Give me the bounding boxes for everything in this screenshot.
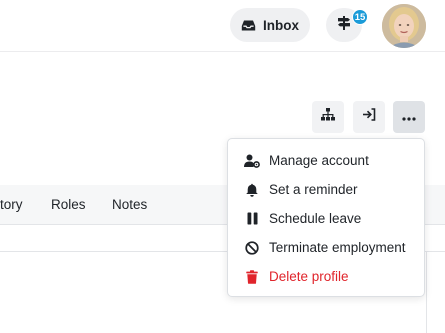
tab-notes[interactable]: Notes bbox=[112, 197, 147, 212]
inbox-label: Inbox bbox=[263, 17, 299, 33]
more-options-menu: Manage account Set a reminder Schedule l… bbox=[227, 138, 425, 297]
sign-in-button[interactable] bbox=[353, 101, 385, 133]
menu-item-label: Manage account bbox=[269, 153, 369, 168]
tab-roles[interactable]: Roles bbox=[51, 197, 86, 212]
notification-badge: 15 bbox=[352, 9, 368, 25]
menu-item-label: Set a reminder bbox=[269, 182, 358, 197]
more-options-icon bbox=[402, 108, 416, 126]
menu-item-label: Terminate employment bbox=[269, 240, 406, 255]
bell-icon bbox=[244, 182, 260, 198]
menu-item-manage-account[interactable]: Manage account bbox=[228, 146, 424, 175]
user-settings-icon bbox=[244, 153, 260, 169]
menu-item-label: Delete profile bbox=[269, 269, 349, 284]
menu-item-schedule-leave[interactable]: Schedule leave bbox=[228, 204, 424, 233]
menu-item-terminate-employment[interactable]: Terminate employment bbox=[228, 233, 424, 262]
top-bar: Inbox 15 bbox=[0, 0, 445, 52]
sign-in-icon bbox=[362, 108, 376, 126]
tab-history[interactable]: tory bbox=[0, 197, 23, 212]
signpost-icon bbox=[336, 15, 352, 36]
panel-edge bbox=[426, 252, 427, 333]
ban-icon bbox=[244, 240, 260, 256]
menu-item-set-reminder[interactable]: Set a reminder bbox=[228, 175, 424, 204]
inbox-tray-icon bbox=[241, 19, 256, 32]
avatar[interactable] bbox=[382, 4, 426, 48]
more-options-button[interactable] bbox=[393, 101, 425, 133]
inbox-button[interactable]: Inbox bbox=[230, 8, 310, 42]
org-chart-button[interactable] bbox=[312, 101, 344, 133]
menu-item-label: Schedule leave bbox=[269, 211, 362, 226]
menu-item-delete-profile[interactable]: Delete profile bbox=[228, 262, 424, 291]
trash-icon bbox=[244, 269, 260, 285]
org-chart-icon bbox=[321, 108, 335, 126]
pause-icon bbox=[244, 211, 260, 227]
